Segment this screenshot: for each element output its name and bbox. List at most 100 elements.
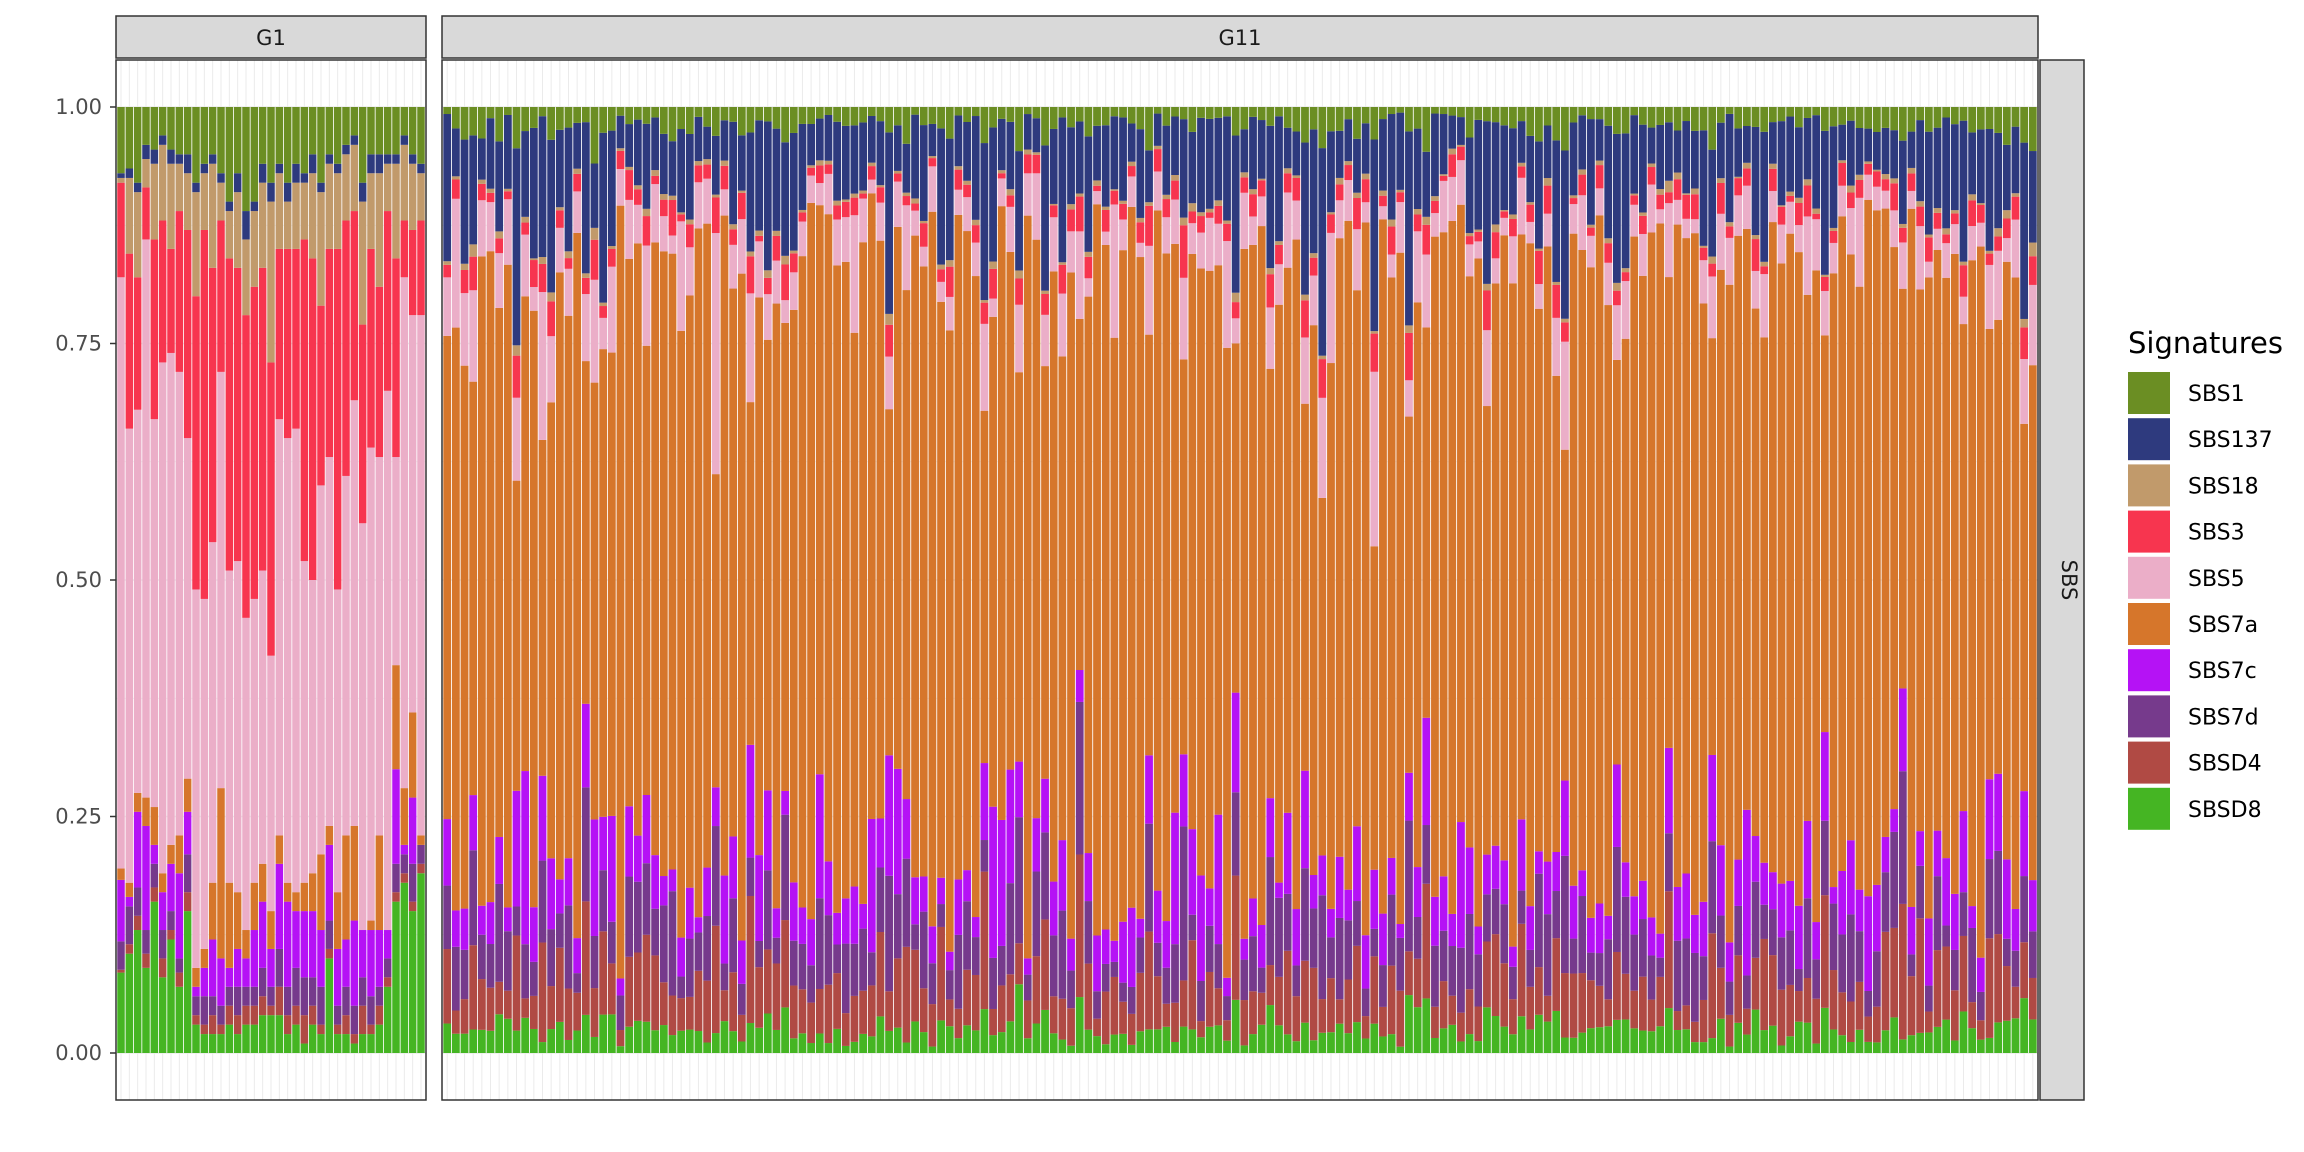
bar-segment-sbsd8 [616, 1046, 625, 1053]
bar-segment-sbs4 [1509, 999, 1517, 1035]
bar-segment-sbs7a [1058, 356, 1067, 841]
bar-segment-sbsd8 [997, 1032, 1006, 1053]
bar-segment-sbs7c [1058, 840, 1067, 911]
legend-label-sbs1: SBS1 [2188, 382, 2245, 407]
bar-segment-sbs4 [1639, 976, 1647, 1031]
bar-segment-sbs7c [1812, 922, 1821, 960]
bar-segment-sbsd8 [902, 1042, 911, 1053]
bar-segment-sbs3 [350, 211, 359, 401]
bar-segment-sbs5 [512, 397, 521, 481]
bar-segment-sbsd8 [1387, 1034, 1396, 1053]
bar-segment-sbs3 [2011, 196, 2020, 220]
bar-segment-sbs137 [250, 201, 259, 212]
bar-segment-sbs7d [250, 986, 259, 1006]
bar-segment-sbs137 [1119, 117, 1127, 201]
bar-segment-sbs3 [668, 200, 677, 236]
bar-segment-sbs137 [1890, 130, 1899, 179]
bar-segment-sbs4 [1457, 1012, 1465, 1042]
bar-segment-sbs18 [1093, 180, 1101, 186]
bar-segment-sbs1 [1509, 107, 1517, 129]
bar-segment-sbs4 [217, 1024, 225, 1035]
bar-segment-sbs3 [192, 296, 200, 590]
bar-segment-sbs1 [859, 107, 867, 123]
bar-segment-sbs4 [1058, 998, 1067, 1040]
bar-segment-sbs18 [720, 160, 729, 166]
bar-segment-sbs7a [2020, 423, 2029, 792]
bar-segment-sbs7a [668, 253, 677, 870]
bar-segment-sbs7c [833, 912, 841, 945]
bar-segment-sbsd8 [1725, 1046, 1734, 1053]
bar-segment-sbsd8 [1257, 1024, 1266, 1053]
bar-segment-sbs3 [1656, 194, 1665, 210]
bar-segment-sbs7a [1405, 416, 1413, 773]
legend-swatch-sbs137 [2128, 418, 2170, 461]
bar-segment-sbs18 [2002, 210, 2011, 219]
bar-segment-sbs137 [383, 154, 392, 164]
bar-segment-sbs7a [737, 273, 746, 941]
bar-segment-sbs18 [1673, 172, 1682, 180]
bar-segment-sbs7a [1283, 267, 1292, 813]
bar-segment-sbs4 [1422, 883, 1431, 999]
facet-strip-g11: G11 [441, 15, 2039, 59]
bar-segment-sbs7a [512, 480, 521, 791]
bar-segment-sbs7a [1491, 283, 1500, 846]
bar-segment-sbs3 [1405, 332, 1413, 381]
bar-segment-sbs137 [1552, 140, 1561, 282]
bar-segment-sbs3 [1335, 184, 1344, 201]
bar-segment-sbs1 [729, 107, 738, 122]
bar-segment-sbs7d [1301, 868, 1309, 961]
bar-segment-sbs3 [167, 248, 175, 353]
bar-segment-sbs137 [642, 123, 651, 209]
bar-segment-sbs7c [937, 877, 945, 905]
bar-segment-sbs7a [833, 265, 841, 913]
legend-label-sbs18: SBS18 [2188, 474, 2259, 499]
bar-segment-sbs5 [1301, 337, 1309, 404]
bar-segment-sbs3 [503, 191, 512, 200]
bar-segment-sbs18 [581, 273, 590, 278]
bar-segment-sbs3 [1370, 333, 1379, 372]
bar-segment-sbs4 [175, 972, 184, 987]
bar-segment-sbsd8 [1517, 1016, 1526, 1053]
bar-segment-sbs3 [392, 258, 400, 458]
bar-segment-sbs7a [1734, 235, 1743, 860]
bar-segment-sbs1 [1994, 107, 2003, 133]
bar-segment-sbs4 [798, 989, 807, 1034]
bar-segment-sbs4 [1032, 956, 1041, 1024]
bar-segment-sbs3 [607, 248, 616, 267]
bar-segment-sbs7c [1344, 889, 1353, 921]
bar-segment-sbs3 [258, 267, 267, 571]
bar-segment-sbs5 [1950, 224, 1959, 254]
bar-segment-sbs7d [1015, 817, 1023, 944]
bar-segment-sbs4 [1335, 999, 1344, 1024]
bar-segment-sbsd8 [833, 1028, 841, 1053]
bar-segment-sbs7a [1742, 228, 1751, 810]
bar-segment-sbs7c [1257, 925, 1266, 968]
bar-segment-sbs1 [1171, 107, 1179, 117]
bar-segment-sbs7a [1647, 232, 1656, 918]
bar-segment-sbs5 [175, 371, 184, 836]
bar-segment-sbs7d [158, 930, 167, 959]
bar-segment-sbsd8 [1171, 1042, 1179, 1053]
bar-segment-sbsd8 [798, 1033, 807, 1053]
bar-segment-sbs7c [1379, 913, 1387, 966]
bar-segment-sbs137 [633, 119, 642, 186]
bar-segment-sbs4 [233, 1015, 242, 1035]
bar-segment-sbs18 [1162, 194, 1171, 200]
bar-segment-sbsd8 [1803, 1022, 1812, 1053]
bar-segment-sbs18 [1881, 174, 1890, 180]
bar-segment-sbs137 [125, 168, 134, 178]
bar-segment-sbs18 [1448, 148, 1457, 155]
bar-segment-sbs7d [564, 905, 573, 989]
bar-segment-sbs4 [1465, 989, 1474, 1035]
bar-segment-sbs7d [807, 965, 816, 1003]
bar-segment-sbs7d [963, 901, 971, 970]
bar-segment-sbs1 [1959, 107, 1968, 121]
bar-segment-sbs3 [1604, 243, 1613, 263]
bar-segment-sbs1 [954, 107, 963, 116]
bar-segment-sbsd8 [1994, 1022, 2003, 1053]
bar-segment-sbsd8 [1699, 1042, 1708, 1053]
bar-segment-sbs18 [1526, 202, 1535, 205]
bar-segment-sbs7c [267, 948, 275, 987]
bar-segment-sbs3 [1838, 163, 1847, 186]
bar-segment-sbs4 [685, 996, 694, 1030]
